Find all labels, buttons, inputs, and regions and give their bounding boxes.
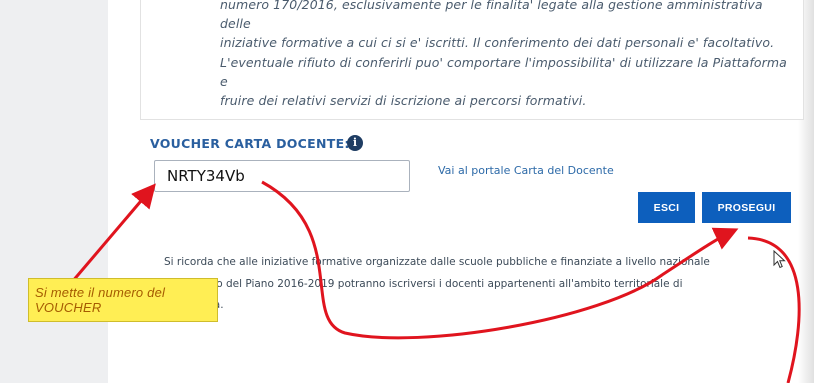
exit-button[interactable]: ESCI: [638, 192, 695, 223]
voucher-code-input[interactable]: [154, 160, 410, 192]
mouse-pointer-icon: [773, 250, 786, 269]
privacy-notice-text: numero 170/2016, esclusivamente per le f…: [220, 0, 787, 109]
left-gutter: [0, 0, 108, 383]
voucher-instruction-callout: Si mette il numero del VOUCHER: [28, 278, 218, 322]
voucher-label: VOUCHER CARTA DOCENTE:: [150, 136, 350, 151]
enrollment-reminder-text: Si ricorda che alle iniziative formative…: [164, 256, 710, 311]
carta-docente-portal-link[interactable]: Vai al portale Carta del Docente: [438, 164, 614, 177]
continue-button[interactable]: PROSEGUI: [702, 192, 791, 223]
info-icon[interactable]: i: [347, 135, 363, 151]
